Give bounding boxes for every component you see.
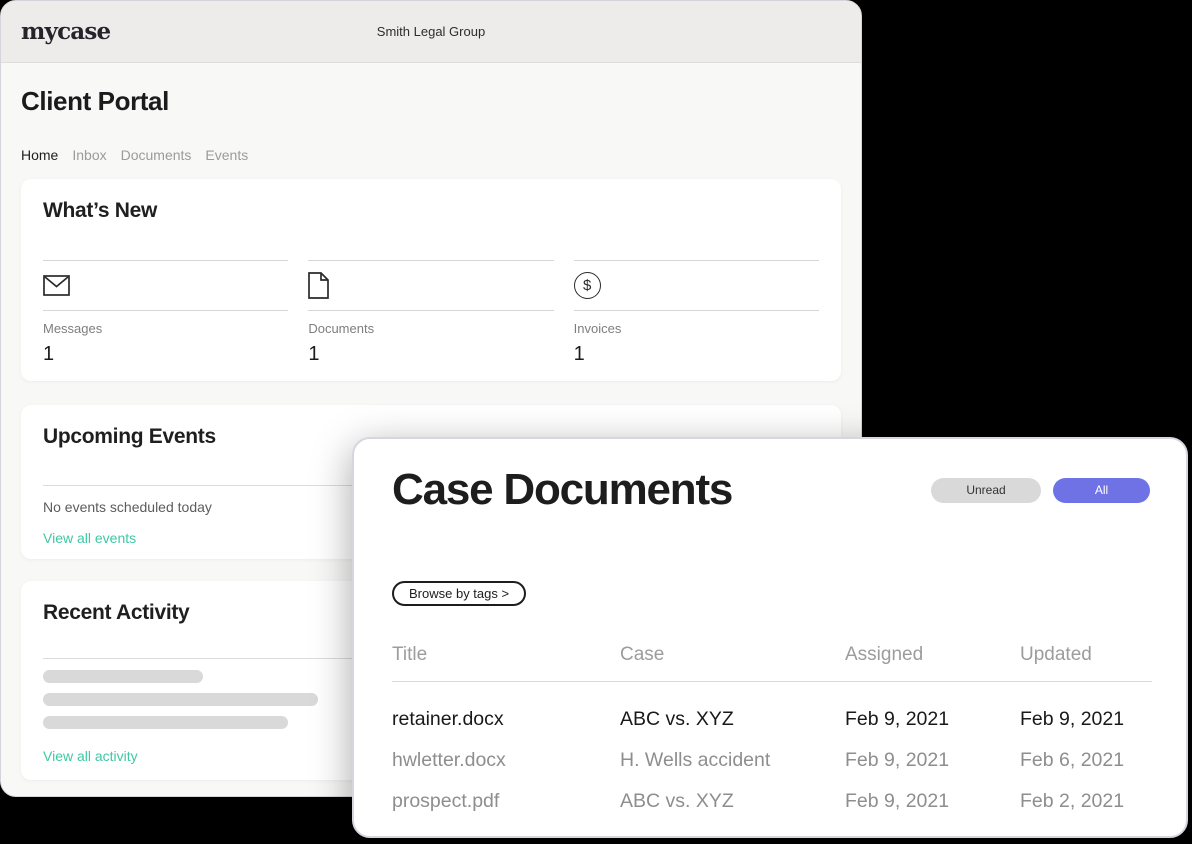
cell-assigned: Feb 9, 2021: [845, 708, 1020, 731]
filter-unread-button[interactable]: Unread: [931, 478, 1041, 503]
stat-icon-box: [43, 260, 288, 311]
column-header-title: Title: [392, 644, 620, 666]
modal-title: Case Documents: [392, 465, 732, 515]
filter-toggle: Unread All: [931, 478, 1150, 503]
browse-by-tags-button[interactable]: Browse by tags >: [392, 581, 526, 606]
skeleton-bar: [43, 693, 318, 706]
whats-new-card: What’s New Messages 1: [21, 179, 841, 381]
documents-table: Title Case Assigned Updated retainer.doc…: [392, 644, 1150, 813]
mycase-logo: mycase: [21, 18, 110, 45]
column-header-case: Case: [620, 644, 845, 666]
whats-new-title: What’s New: [43, 199, 819, 223]
table-row[interactable]: prospect.pdf ABC vs. XYZ Feb 9, 2021 Feb…: [392, 790, 1152, 813]
table-row[interactable]: retainer.docx ABC vs. XYZ Feb 9, 2021 Fe…: [392, 708, 1152, 731]
cell-title: retainer.docx: [392, 708, 620, 731]
filter-all-button[interactable]: All: [1053, 478, 1150, 503]
stat-documents[interactable]: Documents 1: [308, 260, 553, 366]
case-documents-modal: Case Documents Unread All Browse by tags…: [352, 437, 1188, 838]
nav-item-home[interactable]: Home: [21, 147, 58, 163]
modal-header: Case Documents Unread All: [392, 465, 1150, 515]
stat-label: Messages: [43, 321, 288, 336]
cell-updated: Feb 9, 2021: [1020, 708, 1152, 731]
nav-item-inbox[interactable]: Inbox: [72, 147, 106, 163]
nav-item-documents[interactable]: Documents: [121, 147, 192, 163]
view-all-events-link[interactable]: View all events: [43, 530, 136, 546]
view-all-activity-link[interactable]: View all activity: [43, 748, 138, 764]
cell-assigned: Feb 9, 2021: [845, 790, 1020, 813]
envelope-icon: [43, 275, 70, 296]
skeleton-bar: [43, 716, 288, 729]
skeleton-bar: [43, 670, 203, 683]
table-header-row: Title Case Assigned Updated: [392, 644, 1152, 666]
stat-icon-box: $: [574, 260, 819, 311]
divider: [392, 681, 1152, 682]
stat-count: 1: [43, 343, 288, 366]
cell-title: prospect.pdf: [392, 790, 620, 813]
page-title: Client Portal: [21, 86, 841, 117]
cell-case: H. Wells accident: [620, 749, 845, 772]
document-icon: [308, 272, 329, 299]
cell-case: ABC vs. XYZ: [620, 790, 845, 813]
firm-name: Smith Legal Group: [1, 24, 861, 39]
stat-label: Invoices: [574, 321, 819, 336]
stat-label: Documents: [308, 321, 553, 336]
stat-messages[interactable]: Messages 1: [43, 260, 288, 366]
table-row[interactable]: hwletter.docx H. Wells accident Feb 9, 2…: [392, 749, 1152, 772]
stat-invoices[interactable]: $ Invoices 1: [574, 260, 819, 366]
cell-assigned: Feb 9, 2021: [845, 749, 1020, 772]
stat-icon-box: [308, 260, 553, 311]
cell-case: ABC vs. XYZ: [620, 708, 845, 731]
cell-updated: Feb 2, 2021: [1020, 790, 1152, 813]
cell-updated: Feb 6, 2021: [1020, 749, 1152, 772]
stat-count: 1: [308, 343, 553, 366]
column-header-updated: Updated: [1020, 644, 1152, 666]
stat-count: 1: [574, 343, 819, 366]
nav-item-events[interactable]: Events: [205, 147, 248, 163]
portal-nav: Home Inbox Documents Events: [21, 147, 841, 163]
portal-header: mycase Smith Legal Group: [1, 1, 861, 63]
whats-new-stats: Messages 1 Documents 1 $: [43, 260, 819, 366]
cell-title: hwletter.docx: [392, 749, 620, 772]
dollar-circle-icon: $: [574, 272, 601, 299]
column-header-assigned: Assigned: [845, 644, 1020, 666]
